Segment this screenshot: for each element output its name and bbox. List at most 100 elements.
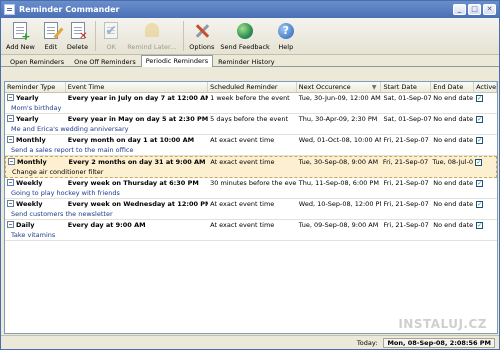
watermark: INSTALUJ.CZ <box>398 317 487 331</box>
end-date: No end date <box>433 136 474 144</box>
reminder-description: Send customers the newsletter <box>11 210 113 218</box>
remind-later-label: Remind Later... <box>127 43 177 51</box>
start-date: Fri, 21-Sep-07 <box>383 136 429 144</box>
reminders-grid: Reminder Type Event Time Scheduled Remin… <box>4 81 498 334</box>
start-date: Fri, 21-Sep-07 <box>383 221 429 229</box>
help-label: Help <box>278 43 294 51</box>
reminder-type: Monthly <box>16 136 46 144</box>
table-row[interactable]: Daily Every day at 9:00 AM At exact even… <box>5 220 497 241</box>
end-date: Tue, 08-Jul-08 <box>432 158 474 166</box>
active-checkbox[interactable]: ✓ <box>476 222 484 229</box>
remind-later-button[interactable]: Remind Later... <box>125 21 178 51</box>
ok-icon: ✔ <box>104 22 119 39</box>
globe-icon <box>235 21 255 41</box>
scheduled-reminder: At exact event time <box>210 221 275 229</box>
delete-button[interactable]: ✕ Delete <box>65 21 90 51</box>
table-row[interactable]: Monthly Every month on day 1 at 10:00 AM… <box>5 135 497 156</box>
tab-open-reminders[interactable]: Open Reminders <box>5 56 69 67</box>
minimize-button[interactable]: _ <box>453 4 466 15</box>
send-feedback-button[interactable]: Send Feedback <box>218 21 271 51</box>
toolbar: + Add New Edit ✕ Delete ✔ OK Remind Late… <box>1 18 499 55</box>
col-header-reminder-type[interactable]: Reminder Type <box>5 82 66 92</box>
grid-header: Reminder Type Event Time Scheduled Remin… <box>5 82 497 93</box>
reminder-type: Yearly <box>16 115 39 123</box>
event-time: Every day at 9:00 AM <box>67 221 146 229</box>
end-date: No end date <box>433 94 474 102</box>
reminder-description: Take vitamins <box>11 231 56 239</box>
edit-button[interactable]: Edit <box>39 21 64 51</box>
tab-strip: Open Reminders One Off Reminders Periodi… <box>1 55 499 67</box>
delete-icon: ✕ <box>68 21 88 42</box>
start-date: Fri, 21-Sep-07 <box>383 200 429 208</box>
active-checkbox[interactable]: ✓ <box>476 137 484 144</box>
reminder-type: Weekly <box>16 200 43 208</box>
start-date: Fri, 21-Sep-07 <box>383 179 429 187</box>
col-header-scheduled-reminder[interactable]: Scheduled Reminder <box>208 82 297 92</box>
col-header-event-time[interactable]: Event Time <box>66 82 209 92</box>
table-row[interactable]: Yearly Every year in May on day 5 at 2:3… <box>5 114 497 135</box>
reminder-description: Send a sales report to the main office <box>11 146 134 154</box>
delete-label: Delete <box>66 43 89 51</box>
table-row-selected[interactable]: Monthly Every 2 months on day 31 at 9:00… <box>5 156 497 178</box>
add-new-icon: + <box>10 21 30 42</box>
col-header-end-date[interactable]: End Date <box>431 82 475 92</box>
col-header-start-date[interactable]: Start Date <box>381 82 432 92</box>
col-header-next-occurence[interactable]: Next Occurence ▼ <box>297 82 382 92</box>
scheduled-reminder: 30 minutes before the event <box>210 179 297 187</box>
reminder-icon <box>7 136 14 143</box>
table-row[interactable]: Weekly Every week on Wednesday at 12:00 … <box>5 199 497 220</box>
help-button[interactable]: ? Help <box>274 21 298 51</box>
reminder-icon <box>7 115 14 122</box>
active-checkbox[interactable]: ✓ <box>476 201 484 208</box>
reminder-description: Mom's birthday <box>11 104 62 112</box>
scheduled-reminder: At exact event time <box>210 136 275 144</box>
tab-reminder-history[interactable]: Reminder History <box>213 56 279 67</box>
reminder-type: Monthly <box>17 158 47 166</box>
help-icon: ? <box>276 21 296 41</box>
active-checkbox[interactable]: ✓ <box>476 95 484 102</box>
col-header-active[interactable]: Active <box>474 82 497 92</box>
sort-down-icon: ▼ <box>371 84 377 91</box>
active-checkbox[interactable]: ✓ <box>476 180 484 187</box>
reminder-icon <box>7 221 14 228</box>
edit-label: Edit <box>44 43 58 51</box>
reminder-icon <box>7 179 14 186</box>
toolbar-separator <box>95 21 97 51</box>
reminder-description: Going to play hockey with friends <box>11 189 120 197</box>
reminder-type: Weekly <box>16 179 43 187</box>
start-date: Fri, 21-Sep-07 <box>382 158 429 166</box>
active-checkbox[interactable]: ✓ <box>475 159 483 166</box>
end-date: No end date <box>433 200 474 208</box>
tab-periodic-reminders[interactable]: Periodic Reminders <box>140 55 214 67</box>
end-date: No end date <box>433 115 474 123</box>
options-label: Options <box>189 43 215 51</box>
reminder-description: Me and Erica's wedding anniversary <box>11 125 129 133</box>
scheduled-reminder: At exact event time <box>210 200 275 208</box>
maximize-button[interactable]: □ <box>468 4 481 15</box>
table-row[interactable]: Weekly Every week on Thursday at 6:30 PM… <box>5 178 497 199</box>
toolbar-separator <box>183 21 185 51</box>
reminder-description: Change air conditioner filter <box>12 168 104 176</box>
status-date: Mon, 08-Sep-08, 2:08:56 PM <box>383 337 495 348</box>
reminder-type: Daily <box>16 221 35 229</box>
scheduled-reminder: 5 days before the event <box>210 115 288 123</box>
options-button[interactable]: Options <box>187 21 216 51</box>
send-feedback-label: Send Feedback <box>220 43 270 51</box>
tab-one-off-reminders[interactable]: One Off Reminders <box>69 56 141 67</box>
reminder-type: Yearly <box>16 94 39 102</box>
event-time: Every week on Thursday at 6:30 PM <box>67 179 199 187</box>
close-button[interactable]: ✕ <box>483 4 496 15</box>
next-occurence: Thu, 11-Sep-08, 6:00 PM <box>298 179 379 187</box>
next-occurence: Wed, 10-Sep-08, 12:00 PM <box>298 200 382 208</box>
event-time: Every 2 months on day 31 at 9:00 AM <box>68 158 206 166</box>
add-new-button[interactable]: + Add New <box>4 21 37 51</box>
ok-button[interactable]: ✔ OK <box>99 21 123 51</box>
title-bar: Reminder Commander _ □ ✕ <box>1 1 499 18</box>
event-time: Every year in July on day 7 at 12:00 AM <box>67 94 209 102</box>
reminder-icon <box>7 94 14 101</box>
start-date: Sat, 01-Sep-07 <box>383 115 432 123</box>
table-row[interactable]: Yearly Every year in July on day 7 at 12… <box>5 93 497 114</box>
active-checkbox[interactable]: ✓ <box>476 116 484 123</box>
event-time: Every month on day 1 at 10:00 AM <box>67 136 195 144</box>
event-time: Every week on Wednesday at 12:00 PM <box>67 200 209 208</box>
